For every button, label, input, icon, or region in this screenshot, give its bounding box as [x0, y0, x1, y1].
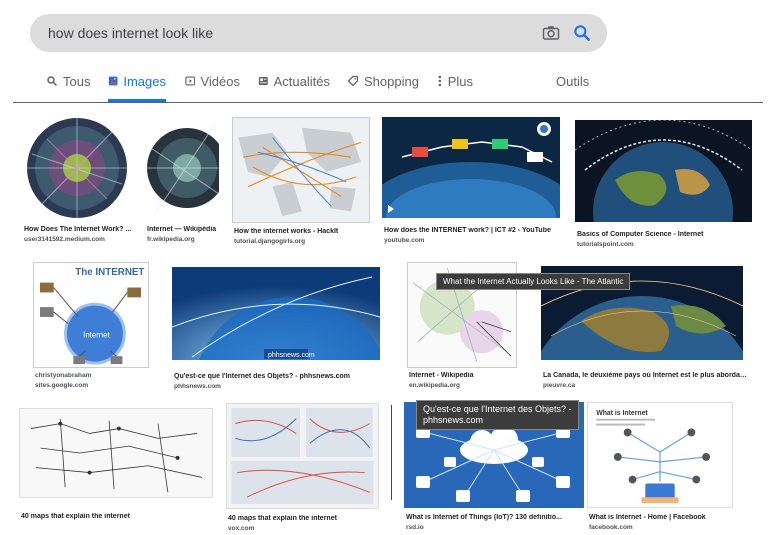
tab-label: Tous: [63, 74, 91, 89]
result-thumbnail: phhsnews.com: [172, 267, 380, 360]
result-caption: How the internet works - HackIt: [234, 228, 339, 235]
result-source: christyonabraham: [35, 372, 92, 379]
tooltip-line: Qu'est-ce que l'Internet des Objets? -: [423, 404, 572, 414]
result-caption: What is Internet - Home | Facebook: [589, 514, 706, 521]
more-vert-icon: [438, 75, 442, 87]
result-thumbnail: [226, 403, 379, 509]
result-caption: How Does The Internet Work? ...: [24, 226, 132, 233]
tab-label: Images: [123, 74, 166, 89]
image-result[interactable]: 40 maps that explain the internet: [19, 408, 215, 528]
tab-label: Shopping: [364, 74, 419, 89]
tab-label: Outils: [556, 74, 590, 89]
image-result[interactable]: How does the INTERNET work? | ICT #2 - Y…: [382, 117, 561, 247]
result-thumbnail: [19, 408, 213, 498]
tab-label: Vidéos: [200, 74, 240, 89]
result-source: fr.wikipedia.org: [147, 236, 195, 243]
result-thumbnail: The INTERNET Internet: [33, 262, 149, 368]
tab-label: Actualités: [273, 74, 330, 89]
tab-tous[interactable]: Tous: [46, 74, 91, 102]
result-source: user3141592.medium.com: [24, 236, 105, 243]
image-icon: [108, 76, 118, 86]
tab-shopping[interactable]: Shopping: [347, 74, 419, 102]
tab-videos[interactable]: Vidéos: [185, 74, 240, 102]
result-source-domain: sites.google.com: [35, 382, 89, 389]
search-icon[interactable]: [572, 23, 592, 43]
image-result[interactable]: phhsnews.com Qu'est-ce que l'Internet de…: [172, 267, 382, 392]
result-caption: Internet — Wikipédia: [147, 226, 217, 233]
image-result[interactable]: 40 maps that explain the internet vox.co…: [226, 403, 380, 533]
diagram-title: The INTERNET: [75, 267, 144, 278]
search-input[interactable]: how does internet look like: [48, 25, 213, 41]
result-source: en.wikipedia.org: [409, 382, 460, 389]
result-caption: 40 maps that explain the internet: [228, 515, 337, 522]
search-icon: [47, 76, 58, 87]
diagram-label: Internet: [83, 331, 110, 340]
search-tabs: Tous Images Vidéos Actualités Shopping P…: [0, 74, 778, 102]
image-result[interactable]: What is Internet What is Internet - Home…: [587, 402, 747, 532]
result-caption: La Canada, le deuxième pays où Internet …: [543, 372, 751, 379]
tabs-divider: [13, 102, 763, 103]
result-caption: Basics of Computer Science - Internet: [577, 231, 704, 238]
image-result[interactable]: Internet — Wikipédia fr.wikipedia.org: [145, 114, 220, 246]
search-bar[interactable]: how does internet look like: [30, 14, 607, 52]
thumbnail-watermark: phhsnews.com: [268, 352, 315, 359]
result-source: tutorial.djangogirls.org: [234, 238, 306, 245]
result-source: youtube.com: [384, 237, 425, 244]
result-source: facebook.com: [589, 524, 633, 531]
tab-actualites[interactable]: Actualités: [258, 74, 330, 102]
image-result[interactable]: How the internet works - HackIt tutorial…: [232, 117, 370, 249]
tag-icon: [347, 75, 359, 87]
tooltip-line: phhsnews.com: [423, 415, 484, 425]
result-source: pieuvre.ca: [543, 382, 576, 389]
result-thumbnail: [575, 120, 752, 222]
result-source: vox.com: [228, 525, 255, 532]
result-thumbnail: [22, 114, 132, 222]
tab-images[interactable]: Images: [108, 74, 166, 102]
hover-tooltip: Qu'est-ce que l'Internet des Objets? - p…: [416, 400, 579, 430]
result-caption: What is Internet of Things (IoT)? 130 de…: [406, 514, 562, 521]
result-caption: Internet - Wikipedia: [409, 372, 474, 379]
result-caption: Qu'est-ce que l'Internet des Objets? - p…: [174, 373, 351, 380]
result-caption: How does the INTERNET work? | ICT #2 - Y…: [384, 227, 551, 234]
image-result[interactable]: The INTERNET Internet christyonabraham s…: [33, 262, 151, 392]
result-source: tutorialspoint.com: [577, 241, 634, 248]
tab-label: Plus: [447, 74, 473, 89]
result-thumbnail: [145, 114, 219, 222]
video-icon: [185, 76, 196, 86]
result-divider: [391, 405, 392, 500]
hover-tooltip: What the Internet Actually Looks Like - …: [436, 273, 631, 290]
tab-plus[interactable]: Plus: [437, 74, 473, 102]
result-source: rsd.io: [406, 524, 424, 531]
camera-icon[interactable]: [542, 24, 560, 42]
tab-outils[interactable]: Outils: [556, 74, 596, 102]
result-caption: 40 maps that explain the internet: [21, 513, 130, 520]
result-thumbnail: [382, 117, 560, 218]
result-thumbnail: [232, 117, 370, 223]
result-source: phhsnews.com: [174, 383, 221, 390]
news-icon: [258, 77, 268, 85]
thumbnail-title: What is Internet: [596, 410, 648, 417]
image-result[interactable]: Basics of Computer Science - Internet tu…: [575, 120, 753, 250]
image-result[interactable]: How Does The Internet Work? ... user3141…: [22, 114, 132, 246]
result-thumbnail: What is Internet: [587, 402, 733, 508]
